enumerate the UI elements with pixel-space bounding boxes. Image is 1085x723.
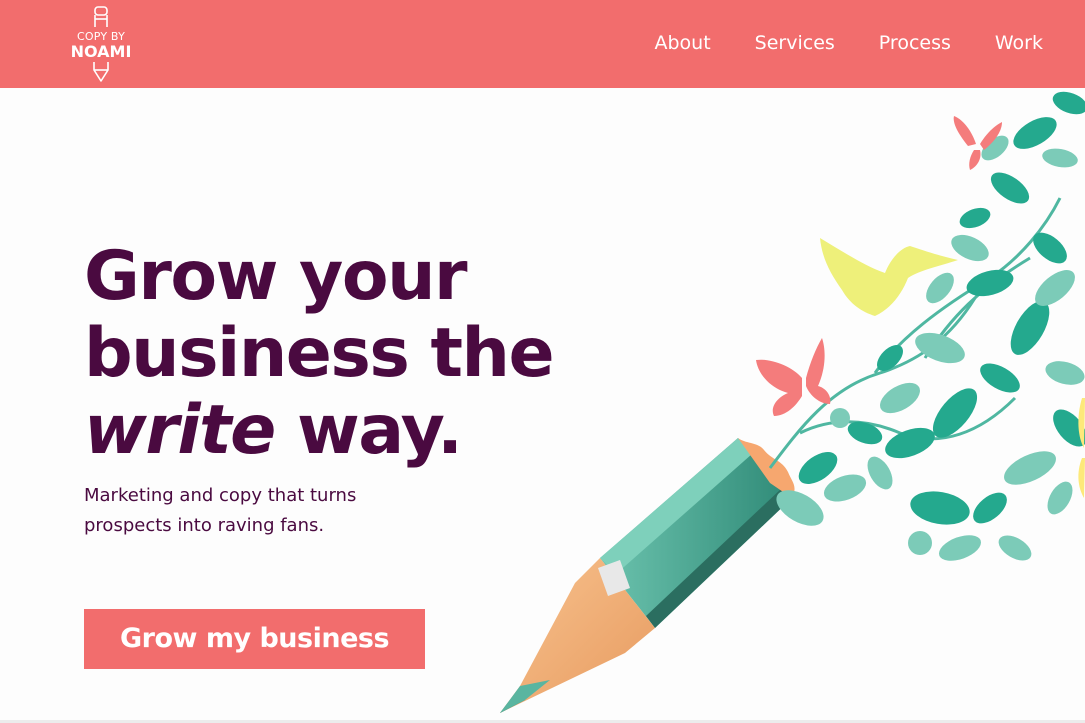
brand-logo[interactable]: COPY BY NOAMI bbox=[66, 6, 136, 84]
hero-illustration bbox=[500, 91, 1085, 713]
hero-title-emphasis: write bbox=[84, 391, 276, 470]
grow-my-business-button[interactable]: Grow my business bbox=[84, 609, 425, 669]
hero-subtitle-line2: prospects into raving fans. bbox=[84, 515, 325, 536]
pencil-icon bbox=[500, 438, 795, 713]
hero-subtitle: Marketing and copy that turns prospects … bbox=[84, 481, 444, 541]
pencil-top-icon bbox=[94, 6, 108, 27]
page: COPY BY NOAMI About Services Process Wor… bbox=[0, 0, 1085, 723]
main-nav: About Services Process Work bbox=[654, 30, 1043, 56]
hero-title-line3-rest: way. bbox=[274, 391, 463, 470]
nav-process[interactable]: Process bbox=[879, 30, 951, 56]
nav-work[interactable]: Work bbox=[995, 30, 1043, 56]
nav-services[interactable]: Services bbox=[755, 30, 835, 56]
brand-name-line2: NOAMI bbox=[70, 42, 132, 61]
edge-bird-shape bbox=[1078, 398, 1085, 498]
pencil-tip-icon bbox=[93, 62, 109, 82]
nav-about[interactable]: About bbox=[654, 30, 710, 56]
hero-subtitle-line1: Marketing and copy that turns bbox=[84, 485, 357, 506]
butterfly-icon bbox=[756, 116, 1002, 416]
site-header: COPY BY NOAMI About Services Process Wor… bbox=[0, 0, 1085, 88]
